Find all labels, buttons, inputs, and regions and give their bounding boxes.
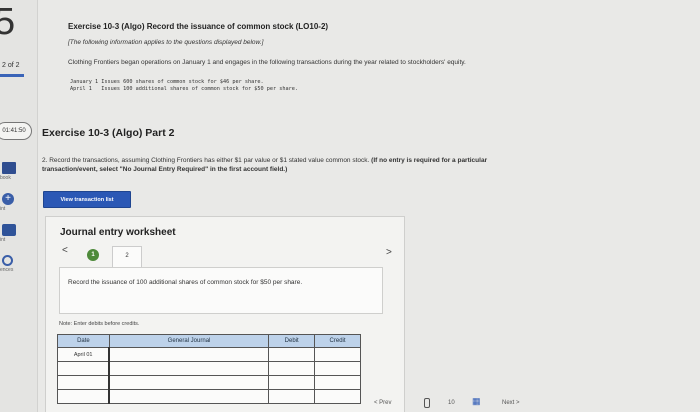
table-row: April 01: [57, 347, 361, 362]
credit-cell[interactable]: [314, 375, 361, 390]
account-cell[interactable]: [108, 389, 270, 404]
col-general-journal: General Journal: [108, 334, 270, 348]
credit-cell[interactable]: [314, 347, 361, 362]
col-credit: Credit: [314, 334, 361, 348]
col-date: Date: [57, 334, 110, 348]
sidebar-item-print[interactable]: int: [0, 224, 30, 243]
col-debit: Debit: [268, 334, 316, 348]
page-number: 10: [448, 400, 455, 406]
sidebar-item-hint[interactable]: + int: [0, 193, 30, 212]
date-cell[interactable]: April 01: [57, 347, 110, 362]
date-cell[interactable]: [57, 361, 110, 376]
hint-icon: +: [2, 193, 14, 205]
transaction-list: January 1 Issues 600 shares of common st…: [70, 79, 538, 93]
print-icon: [2, 224, 16, 236]
debit-cell[interactable]: [268, 389, 316, 404]
chevron-left-icon[interactable]: <: [62, 245, 68, 256]
exercise-intro: Clothing Frontiers began operations on J…: [68, 59, 466, 66]
part-instruction: 2. Record the transactions, assuming Clo…: [42, 157, 542, 174]
sidebar-item-references[interactable]: ences: [0, 255, 30, 273]
question-number: 5: [0, 1, 16, 43]
credit-cell[interactable]: [314, 389, 361, 404]
transaction-line: April 1 Issues 100 additional shares of …: [70, 86, 298, 92]
sidebar-item-label: int: [0, 237, 6, 243]
sidebar-item-book[interactable]: book: [0, 162, 30, 181]
record-instruction-text: Record the issuance of 100 additional sh…: [68, 279, 303, 286]
book-icon: [2, 162, 16, 174]
step-1-tab[interactable]: 1: [87, 249, 99, 261]
debit-cell[interactable]: [268, 375, 316, 390]
table-row: [57, 389, 361, 404]
view-transaction-list-button[interactable]: View transaction list: [43, 191, 131, 208]
account-cell[interactable]: [108, 361, 270, 376]
journal-entry-worksheet: Journal entry worksheet < 1 2 > Record t…: [45, 216, 405, 412]
exercise-title: Exercise 10-3 (Algo) Record the issuance…: [68, 22, 329, 31]
table-row: [57, 375, 361, 390]
transaction-line: January 1 Issues 600 shares of common st…: [70, 79, 264, 85]
prev-button[interactable]: < Prev: [374, 400, 392, 406]
record-instruction-box: Record the issuance of 100 additional sh…: [59, 267, 383, 314]
sidebar-item-label: ences: [0, 267, 14, 273]
account-cell[interactable]: [108, 375, 270, 390]
instruction-text: 2. Record the transactions, assuming Clo…: [42, 157, 370, 164]
chevron-right-icon[interactable]: >: [386, 247, 392, 258]
debit-cell[interactable]: [268, 361, 316, 376]
timer-badge: 01:41:50: [0, 122, 32, 140]
next-button[interactable]: Next >: [502, 400, 520, 406]
debit-cell[interactable]: [268, 347, 316, 362]
question-pager[interactable]: 2 of 2: [2, 62, 20, 69]
exercise-header: Exercise 10-3 (Algo) Record the issuance…: [68, 22, 538, 93]
left-sidebar: 5 2 of 2 01:41:50 book + int int ences: [0, 0, 38, 412]
step-2-tab[interactable]: 2: [112, 246, 142, 268]
account-cell[interactable]: [108, 347, 270, 362]
grid-icon[interactable]: ▦: [472, 396, 481, 407]
references-icon: [2, 255, 13, 266]
credit-cell[interactable]: [314, 361, 361, 376]
date-cell[interactable]: [57, 389, 110, 404]
sidebar-item-label: int: [0, 206, 6, 212]
table-row: [57, 361, 361, 376]
pager-progress-bar: [0, 74, 24, 77]
device-icon: [424, 398, 430, 408]
date-cell[interactable]: [57, 375, 110, 390]
journal-table: Date General Journal Debit Credit April …: [57, 334, 361, 404]
sidebar-item-label: book: [0, 175, 11, 181]
debit-credit-note: Note: Enter debits before credits.: [59, 321, 140, 327]
worksheet-title: Journal entry worksheet: [60, 227, 176, 238]
part-title: Exercise 10-3 (Algo) Part 2: [42, 127, 175, 139]
exercise-note: [The following information applies to th…: [68, 39, 264, 46]
